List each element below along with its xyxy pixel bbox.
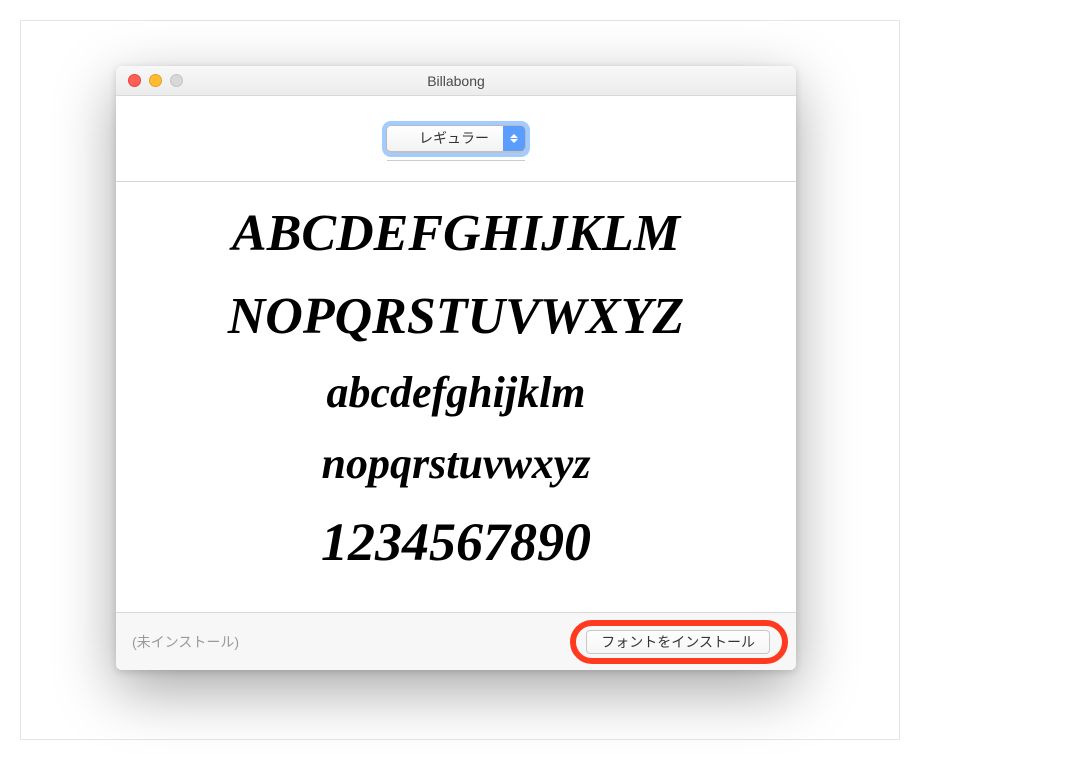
- traffic-lights: [116, 74, 183, 87]
- preview-lowercase-1: abcdefghijklm: [326, 358, 585, 428]
- install-font-button[interactable]: フォントをインストール: [586, 630, 770, 654]
- font-style-select[interactable]: レギュラー: [386, 125, 526, 153]
- window-titlebar[interactable]: Billabong: [116, 66, 796, 96]
- maximize-icon: [170, 74, 183, 87]
- toolbar: レギュラー: [116, 96, 796, 182]
- select-underline: [387, 160, 525, 161]
- preview-lowercase-2: nopqrstuvwxyz: [322, 429, 591, 499]
- install-status-text: (未インストール): [132, 632, 239, 652]
- window-footer: (未インストール) フォントをインストール: [116, 612, 796, 670]
- preview-uppercase-2: NOPQRSTUVWXYZ: [228, 275, 684, 358]
- close-icon[interactable]: [128, 74, 141, 87]
- minimize-icon[interactable]: [149, 74, 162, 87]
- font-preview-area: ABCDEFGHIJKLM NOPQRSTUVWXYZ abcdefghijkl…: [116, 182, 796, 612]
- chevron-updown-icon: [503, 126, 525, 151]
- preview-uppercase-1: ABCDEFGHIJKLM: [232, 192, 680, 275]
- window-title: Billabong: [116, 73, 796, 89]
- preview-digits: 1234567890: [321, 499, 591, 585]
- font-style-select-label: レギュラー: [387, 128, 503, 148]
- install-button-highlight: フォントをインストール: [576, 624, 780, 660]
- font-preview-window: Billabong レギュラー ABCDEFGHIJKLM NOPQRSTUVW…: [116, 66, 796, 670]
- screenshot-frame: Billabong レギュラー ABCDEFGHIJKLM NOPQRSTUVW…: [20, 20, 900, 740]
- install-button-label: フォントをインストール: [601, 632, 755, 652]
